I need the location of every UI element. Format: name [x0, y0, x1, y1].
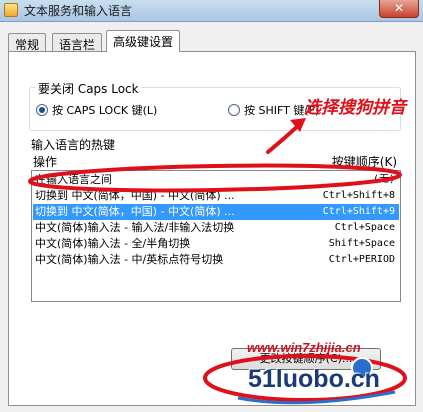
column-action-header: 操作: [33, 155, 58, 169]
app-icon: [4, 3, 18, 17]
hotkey-action: 中文(简体)输入法 - 输入法/非输入法切换: [35, 221, 235, 234]
hotkey-keys: (无): [372, 174, 395, 185]
hotkeys-legend: 输入语言的热键: [29, 136, 118, 153]
radio-caps-lock-label: 按 CAPS LOCK 键(L): [52, 104, 158, 117]
hotkey-keys: Ctrl+Space: [334, 222, 395, 233]
hotkey-keys: Ctrl+PERIOD: [328, 254, 395, 265]
tab-general[interactable]: 常规: [8, 33, 47, 52]
annotation-label: 选择搜狗拼音: [304, 98, 406, 118]
radio-button-checked[interactable]: [36, 104, 48, 116]
tab-advanced-key-settings[interactable]: 高级键设置: [106, 30, 181, 52]
list-item[interactable]: 中文(简体)输入法 - 输入法/非输入法切换 Ctrl+Space: [33, 220, 399, 236]
hotkey-keys: Ctrl+Shift+8: [322, 190, 395, 201]
list-item[interactable]: 中文(简体)输入法 - 中/英标点符号切换 Ctrl+PERIOD: [33, 252, 399, 268]
hotkeys-list-header: 操作 按键顺序(K): [31, 152, 401, 170]
watermark-url: www.win7zhijia.cn: [247, 340, 361, 355]
caps-lock-legend: 要关闭 Caps Lock: [36, 80, 141, 97]
close-button[interactable]: ✕: [379, 0, 419, 18]
window-title: 文本服务和输入语言: [24, 4, 133, 18]
list-item[interactable]: 中文(简体)输入法 - 全/半角切换 Shift+Space: [33, 236, 399, 252]
list-item[interactable]: 切换到 中文(简体，中国) - 中文(简体) ... Ctrl+Shift+8: [33, 188, 399, 204]
hotkey-action: 中文(简体)输入法 - 全/半角切换: [35, 237, 191, 250]
hotkey-keys: Ctrl+Shift+9: [322, 206, 395, 217]
column-keys-header: 按键顺序(K): [331, 155, 397, 169]
hotkey-action: 中文(简体)输入法 - 中/英标点符号切换: [35, 253, 224, 266]
hotkey-action: 在输入语言之间: [35, 173, 112, 186]
hotkey-action: 切换到 中文(简体，中国) - 中文(简体) ...: [35, 205, 235, 218]
list-item-selected[interactable]: 切换到 中文(简体，中国) - 中文(简体) ... Ctrl+Shift+9: [33, 204, 399, 220]
radio-caps-lock[interactable]: 按 CAPS LOCK 键(L): [36, 102, 157, 118]
title-bar: 文本服务和输入语言 ✕: [0, 0, 423, 22]
hotkey-action: 切换到 中文(简体，中国) - 中文(简体) ...: [35, 189, 235, 202]
hotkey-keys: Shift+Space: [328, 238, 395, 249]
watermark-logo-text: 51luobo.cn: [248, 365, 380, 393]
tab-language-bar[interactable]: 语言栏: [52, 33, 103, 52]
hotkeys-list[interactable]: 在输入语言之间 (无) 切换到 中文(简体，中国) - 中文(简体) ... C…: [31, 170, 401, 302]
radio-button-unchecked[interactable]: [228, 104, 240, 116]
list-item[interactable]: 在输入语言之间 (无): [33, 172, 399, 188]
